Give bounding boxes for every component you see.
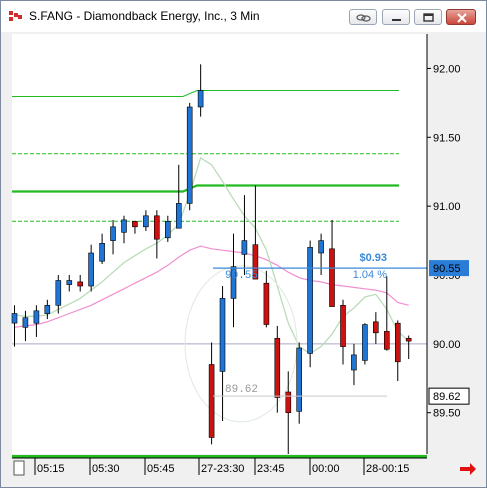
candle-body bbox=[208, 364, 215, 438]
x-tick-label: 28-00:15 bbox=[366, 463, 409, 475]
x-tick-label: 05:30 bbox=[92, 463, 120, 475]
candle-body bbox=[318, 240, 324, 254]
x-tick-label: 05:15 bbox=[37, 463, 65, 475]
change-pct-label: 1.04 % bbox=[353, 269, 387, 281]
y-tick-label: 92.00 bbox=[433, 63, 461, 75]
candle-body bbox=[241, 240, 248, 255]
last-price-tag-text: 90.55 bbox=[433, 263, 461, 275]
candle-body bbox=[77, 281, 83, 287]
candle-body bbox=[219, 298, 226, 372]
candle-body bbox=[176, 203, 182, 229]
x-tick-label: 27-23:30 bbox=[201, 463, 244, 475]
candle-body bbox=[383, 331, 390, 350]
candle-body bbox=[351, 354, 357, 371]
candle-body bbox=[132, 221, 138, 228]
change-abs-label: $0.93 bbox=[359, 252, 387, 264]
price-chart[interactable]: 89.62 90.55 $0.93 1.04 % 92.00 91.50 91.00 89.… bbox=[1, 1, 486, 487]
candle[interactable] bbox=[307, 240, 313, 368]
low-marker-label: 89.62 bbox=[225, 384, 258, 396]
x-tick-label: 23:45 bbox=[257, 463, 285, 475]
y-tick-label: 90.00 bbox=[433, 339, 461, 351]
candle-body bbox=[110, 226, 116, 241]
candle-body bbox=[165, 221, 171, 239]
chart-window: S.FANG - Diamondback Energy, Inc., 3 Min bbox=[0, 0, 487, 488]
y-tick-label: 91.00 bbox=[433, 201, 461, 213]
candle-body bbox=[186, 106, 193, 204]
low-price-tag-text: 89.62 bbox=[433, 391, 461, 403]
candle-body bbox=[296, 347, 303, 412]
candle-body bbox=[11, 313, 18, 324]
price-line-label: 90.55 bbox=[225, 270, 258, 282]
last-price-tag: 90.55 bbox=[429, 260, 469, 277]
candle-body bbox=[22, 317, 29, 328]
candle[interactable] bbox=[296, 342, 303, 424]
candle-body bbox=[274, 337, 281, 398]
candle-body bbox=[263, 282, 270, 325]
candle-body bbox=[99, 243, 105, 262]
y-tick-label: 89.50 bbox=[433, 408, 461, 420]
candle-body bbox=[307, 247, 313, 354]
candle-body bbox=[55, 280, 62, 306]
candle-body bbox=[394, 322, 401, 363]
candle-body bbox=[372, 321, 379, 334]
candle-body bbox=[33, 310, 40, 324]
candle-body bbox=[197, 90, 204, 108]
candle-body bbox=[44, 304, 51, 314]
candle-body bbox=[329, 248, 335, 307]
candle-body bbox=[88, 252, 94, 287]
candle[interactable] bbox=[186, 102, 193, 211]
candle-body bbox=[362, 324, 368, 361]
candle-body bbox=[66, 280, 73, 285]
candle-body bbox=[154, 215, 160, 240]
candle[interactable] bbox=[362, 323, 368, 365]
x-tick-label: 05:45 bbox=[147, 463, 175, 475]
scroll-box[interactable] bbox=[13, 460, 25, 476]
y-tick-label: 91.50 bbox=[433, 132, 461, 144]
candle-body bbox=[405, 337, 412, 342]
candle-body bbox=[340, 304, 346, 347]
candle-body bbox=[143, 215, 149, 228]
candle-body bbox=[285, 391, 292, 414]
low-price-tag: 89.62 bbox=[428, 387, 470, 405]
x-tick-label: 00:00 bbox=[312, 463, 340, 475]
candle-body bbox=[121, 219, 127, 233]
